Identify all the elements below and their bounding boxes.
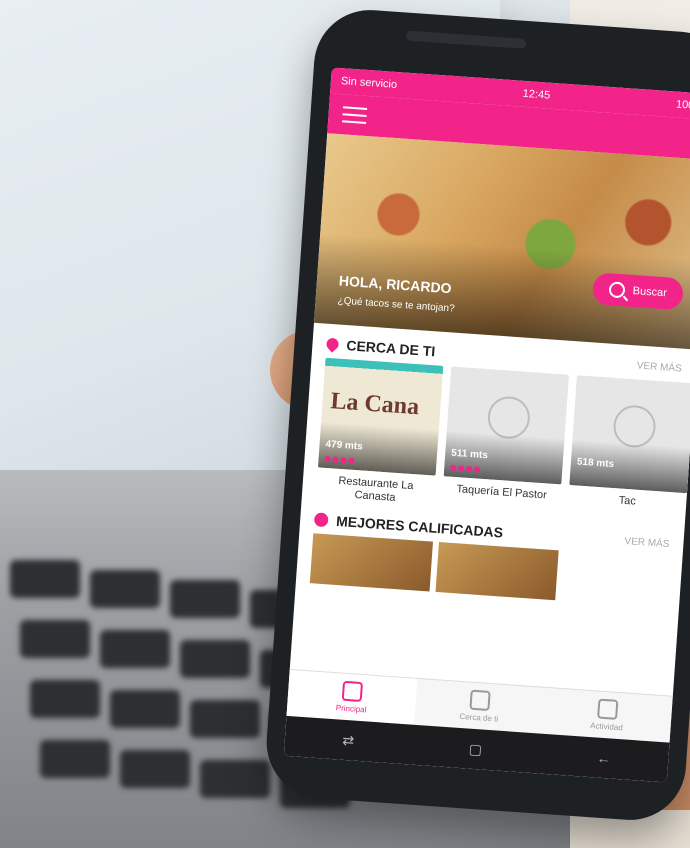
- recent-apps-icon[interactable]: ⇄: [342, 731, 355, 749]
- photo-scene: Sin servicio 12:45 100% HOLA, RICARDO ¿Q…: [0, 0, 690, 848]
- battery-text: 100%: [675, 98, 690, 113]
- search-button-label: Buscar: [632, 284, 668, 300]
- hamburger-menu-icon[interactable]: [342, 106, 368, 124]
- restaurant-thumbnail[interactable]: [309, 533, 434, 592]
- hero-banner: HOLA, RICARDO ¿Qué tacos se te antojan? …: [313, 133, 690, 350]
- restaurant-thumbnail[interactable]: [435, 542, 559, 601]
- back-icon[interactable]: ←: [596, 750, 611, 767]
- restaurant-thumbnail: 511 mts: [443, 366, 569, 485]
- home-icon: [341, 680, 364, 703]
- search-icon: [608, 281, 626, 299]
- location-pin-icon: [324, 335, 341, 353]
- phone-speaker: [405, 30, 527, 49]
- near-see-more-link[interactable]: VER MÁS: [636, 360, 682, 374]
- restaurant-thumbnail: La Cana 479 mts: [317, 357, 444, 476]
- restaurant-card[interactable]: 511 mts Taquería El Pastor: [441, 366, 569, 516]
- tab-label: Principal: [335, 703, 367, 715]
- restaurant-card[interactable]: 518 mts Tac: [567, 375, 690, 525]
- carrier-text: Sin servicio: [340, 75, 398, 91]
- search-button[interactable]: Buscar: [591, 272, 684, 311]
- restaurant-thumbnail: 518 mts: [569, 375, 690, 494]
- tab-label: Cerca de ti: [459, 711, 499, 724]
- tab-label: Actividad: [590, 721, 624, 733]
- best-see-more-link[interactable]: VER MÁS: [624, 536, 670, 550]
- home-square-icon[interactable]: ▢: [468, 740, 482, 758]
- phone-device: Sin servicio 12:45 100% HOLA, RICARDO ¿Q…: [262, 6, 690, 824]
- restaurant-card[interactable]: La Cana 479 mts Restaurante La Canasta: [316, 357, 444, 508]
- activity-icon: [597, 698, 619, 720]
- restaurant-logo-text: La Cana: [329, 388, 420, 421]
- near-cards-list: La Cana 479 mts Restaurante La Canasta 5…: [302, 357, 690, 525]
- phone-screen: Sin servicio 12:45 100% HOLA, RICARDO ¿Q…: [283, 67, 690, 783]
- location-pin-icon: [469, 689, 491, 711]
- near-section-title: CERCA DE TI: [345, 337, 436, 360]
- favorite-icon: [313, 512, 329, 528]
- clock-text: 12:45: [522, 87, 551, 102]
